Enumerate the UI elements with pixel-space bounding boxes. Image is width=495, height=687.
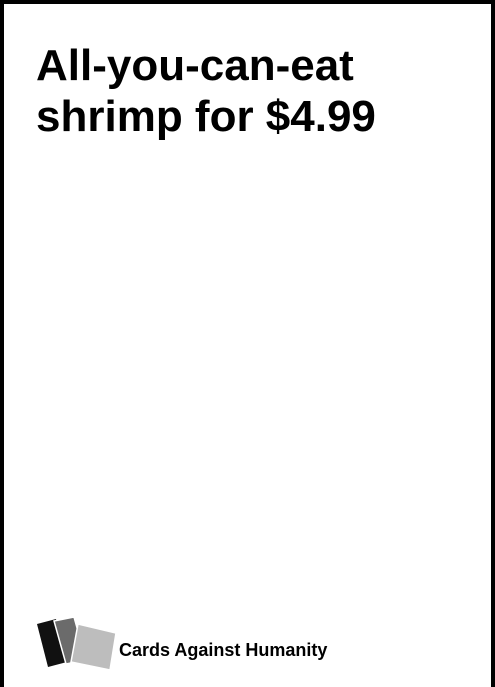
logo-card-front: [70, 623, 117, 671]
card-text: All-you-can-eat shrimp for $4.99: [36, 41, 376, 141]
white-card: All-you-can-eat shrimp for $4.99 Cards A…: [0, 0, 495, 687]
cards-stack-icon: [37, 616, 117, 671]
brand-name: Cards Against Humanity: [119, 640, 328, 660]
